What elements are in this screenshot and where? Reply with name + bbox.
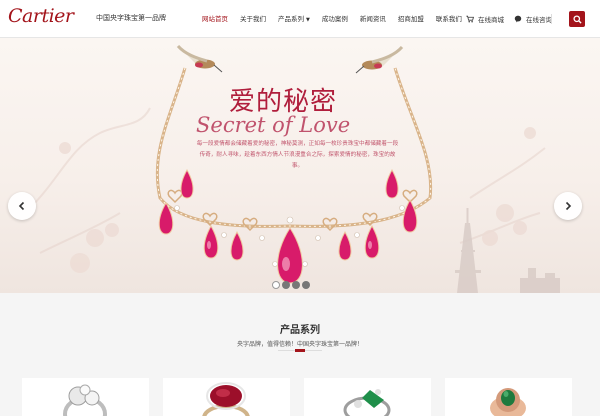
nav-item-products[interactable]: 产品系列 ▼	[272, 0, 316, 38]
green-gem-ring-image	[490, 388, 526, 416]
nav-item-franchise[interactable]: 招商加盟	[392, 0, 430, 38]
section-divider	[278, 349, 322, 352]
section-subtitle: 央字品牌，值得信赖！中国央字珠宝第一品牌！	[236, 341, 363, 348]
nav-label: 联系我们	[435, 15, 462, 23]
banner-subtitle: Secret of Love	[196, 113, 351, 137]
product-card-ruby-ring[interactable]	[163, 378, 290, 416]
online-shop-link[interactable]: 在线商城	[466, 0, 504, 38]
hero-banner: 爱的秘密 Secret of Love 每一段爱情都会储藏着爱的秘密，神秘莫测，…	[0, 38, 600, 293]
section-title: 产品系列	[280, 325, 320, 336]
online-shop-label: 在线商城	[478, 16, 504, 24]
carousel-dot-1[interactable]	[272, 281, 280, 289]
chevron-left-icon	[18, 201, 25, 211]
nav-item-cases[interactable]: 成功案例	[316, 0, 354, 38]
product-card-list	[22, 378, 586, 416]
chevron-right-icon	[565, 201, 572, 211]
nav-label: 产品系列	[278, 15, 304, 23]
carousel-dot-2[interactable]	[282, 281, 290, 289]
brand-slogan: 中国央字珠宝第一品牌	[96, 14, 166, 22]
nav-label: 新闻资讯	[359, 15, 386, 23]
ruby-ring-image	[202, 382, 250, 416]
logo[interactable]: Cartier	[8, 5, 74, 27]
page: Cartier 中国央字珠宝第一品牌 网站首页 关于我们 产品系列 ▼ 成功案例 …	[0, 0, 600, 416]
header: Cartier 中国央字珠宝第一品牌 网站首页 关于我们 产品系列 ▼ 成功案例 …	[0, 0, 600, 38]
main-nav: 网站首页 关于我们 产品系列 ▼ 成功案例 新闻资讯 招商加盟 联系我们	[196, 0, 468, 38]
nav-item-home[interactable]: 网站首页	[196, 0, 234, 38]
banner-description: 每一段爱情都会储藏着爱的秘密，神秘莫测，正如每一枚珍贵珠宝中都储藏着一段传奇，耐…	[196, 141, 399, 169]
search-button[interactable]	[569, 11, 585, 27]
nav-item-contact[interactable]: 联系我们	[430, 0, 468, 38]
carousel-dot-4[interactable]	[302, 281, 310, 289]
carousel-next-button[interactable]	[554, 192, 582, 220]
product-card-green-gem-ring[interactable]	[445, 378, 572, 416]
product-card-emerald-ring[interactable]	[304, 378, 431, 416]
chat-icon	[514, 15, 522, 23]
nav-label: 成功案例	[321, 15, 348, 23]
nav-label: 关于我们	[240, 15, 266, 23]
product-card-diamond-ring[interactable]	[22, 378, 149, 416]
nav-item-about[interactable]: 关于我们	[234, 0, 272, 38]
nav-item-news[interactable]: 新闻资讯	[354, 0, 392, 38]
emerald-ring-image	[343, 389, 391, 416]
online-consult-label: 在线咨询	[526, 16, 552, 24]
carousel-prev-button[interactable]	[8, 192, 36, 220]
nav-label: 网站首页	[202, 15, 228, 23]
divider	[551, 14, 552, 24]
caret-down-icon: ▼	[306, 17, 310, 23]
diamond-ring-image	[63, 384, 107, 416]
nav-label: 招商加盟	[397, 15, 424, 23]
online-consult-link[interactable]: 在线咨询	[514, 0, 552, 38]
search-icon	[572, 14, 582, 24]
products-section: 产品系列 央字品牌，值得信赖！中国央字珠宝第一品牌！	[0, 293, 600, 416]
carousel-dot-3[interactable]	[292, 281, 300, 289]
carousel-indicators	[272, 281, 312, 289]
cart-icon	[466, 15, 474, 23]
